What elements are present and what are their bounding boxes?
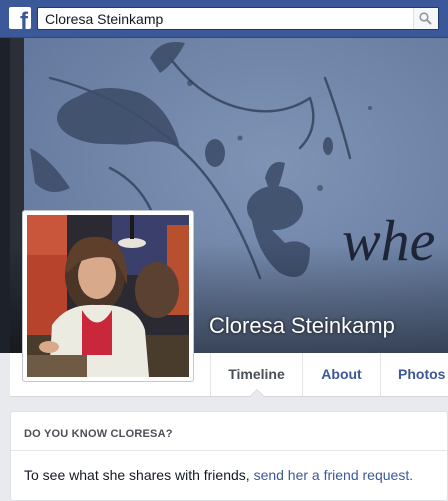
search-input[interactable]: Cloresa Steinkamp	[37, 7, 439, 30]
send-friend-request-link[interactable]: send her a friend request.	[254, 467, 414, 483]
know-person-body: To see what she shares with friends, sen…	[24, 467, 413, 483]
know-person-card: DO YOU KNOW CLORESA? To see what she sha…	[10, 411, 448, 501]
profile-picture[interactable]	[22, 210, 194, 382]
tab-about-label: About	[321, 366, 362, 382]
tab-timeline-label: Timeline	[228, 366, 285, 382]
top-bar: f Cloresa Steinkamp	[0, 0, 448, 38]
search-input-value: Cloresa Steinkamp	[45, 11, 164, 27]
card-divider	[11, 450, 447, 451]
tab-timeline[interactable]: Timeline	[210, 353, 302, 397]
tab-photos[interactable]: Photos	[380, 353, 448, 396]
facebook-logo-icon[interactable]: f	[9, 7, 31, 29]
profile-name[interactable]: Cloresa Steinkamp	[209, 313, 395, 339]
tab-about[interactable]: About	[302, 353, 380, 396]
logo-letter: f	[20, 8, 28, 30]
search-icon	[419, 12, 432, 25]
profile-photo	[27, 215, 189, 377]
search-button[interactable]	[413, 8, 438, 29]
left-edge-strip	[0, 38, 10, 353]
know-person-title: DO YOU KNOW CLORESA?	[24, 428, 173, 440]
know-person-body-text: To see what she shares with friends,	[24, 467, 254, 483]
active-tab-caret-icon	[248, 389, 265, 397]
profile-photo-art	[27, 215, 189, 377]
tab-photos-label: Photos	[398, 366, 446, 382]
